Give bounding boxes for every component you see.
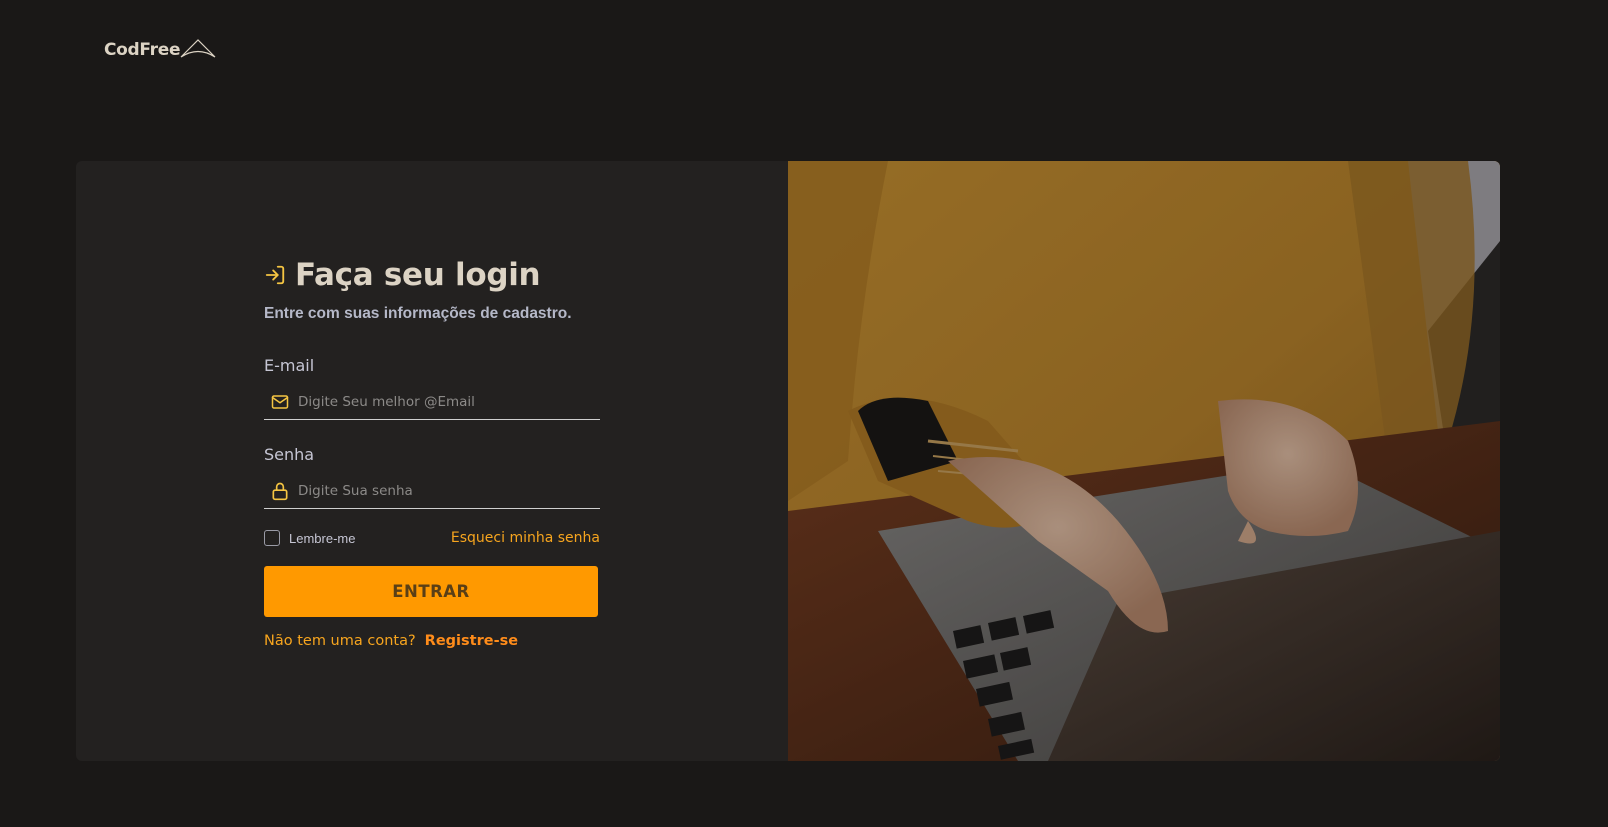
brand-logo[interactable]: CodFree [104,38,216,60]
login-arrow-icon [265,265,285,285]
brand-name: CodFree [104,40,181,60]
email-field-row [264,384,600,420]
forgot-password-link[interactable]: Esqueci minha senha [451,530,600,546]
mail-icon [271,394,289,409]
page-title: Faça seu login [295,257,541,293]
lock-icon [272,482,288,500]
remember-me[interactable]: Lembre-me [264,530,355,546]
hero-image [788,161,1500,761]
password-field-row [264,473,600,509]
register-question: Não tem uma conta? [264,633,416,649]
submit-button[interactable]: ENTRAR [264,566,598,617]
register-link[interactable]: Registre-se [425,633,518,649]
password-input[interactable] [298,482,578,499]
login-header: Faça seu login [264,257,600,293]
password-label: Senha [264,445,315,464]
remember-checkbox[interactable] [264,530,280,546]
options-row: Lembre-me Esqueci minha senha [264,530,600,546]
login-card: Faça seu login Entre com suas informaçõe… [76,161,1500,761]
login-form: Faça seu login Entre com suas informaçõe… [264,257,600,649]
email-input[interactable] [298,393,578,410]
email-label: E-mail [264,356,315,375]
page-subtitle: Entre com suas informações de cadastro. [264,305,572,322]
remember-label: Lembre-me [289,530,356,546]
mountain-icon [180,39,216,58]
register-row: Não tem uma conta? Registre-se [264,633,600,649]
